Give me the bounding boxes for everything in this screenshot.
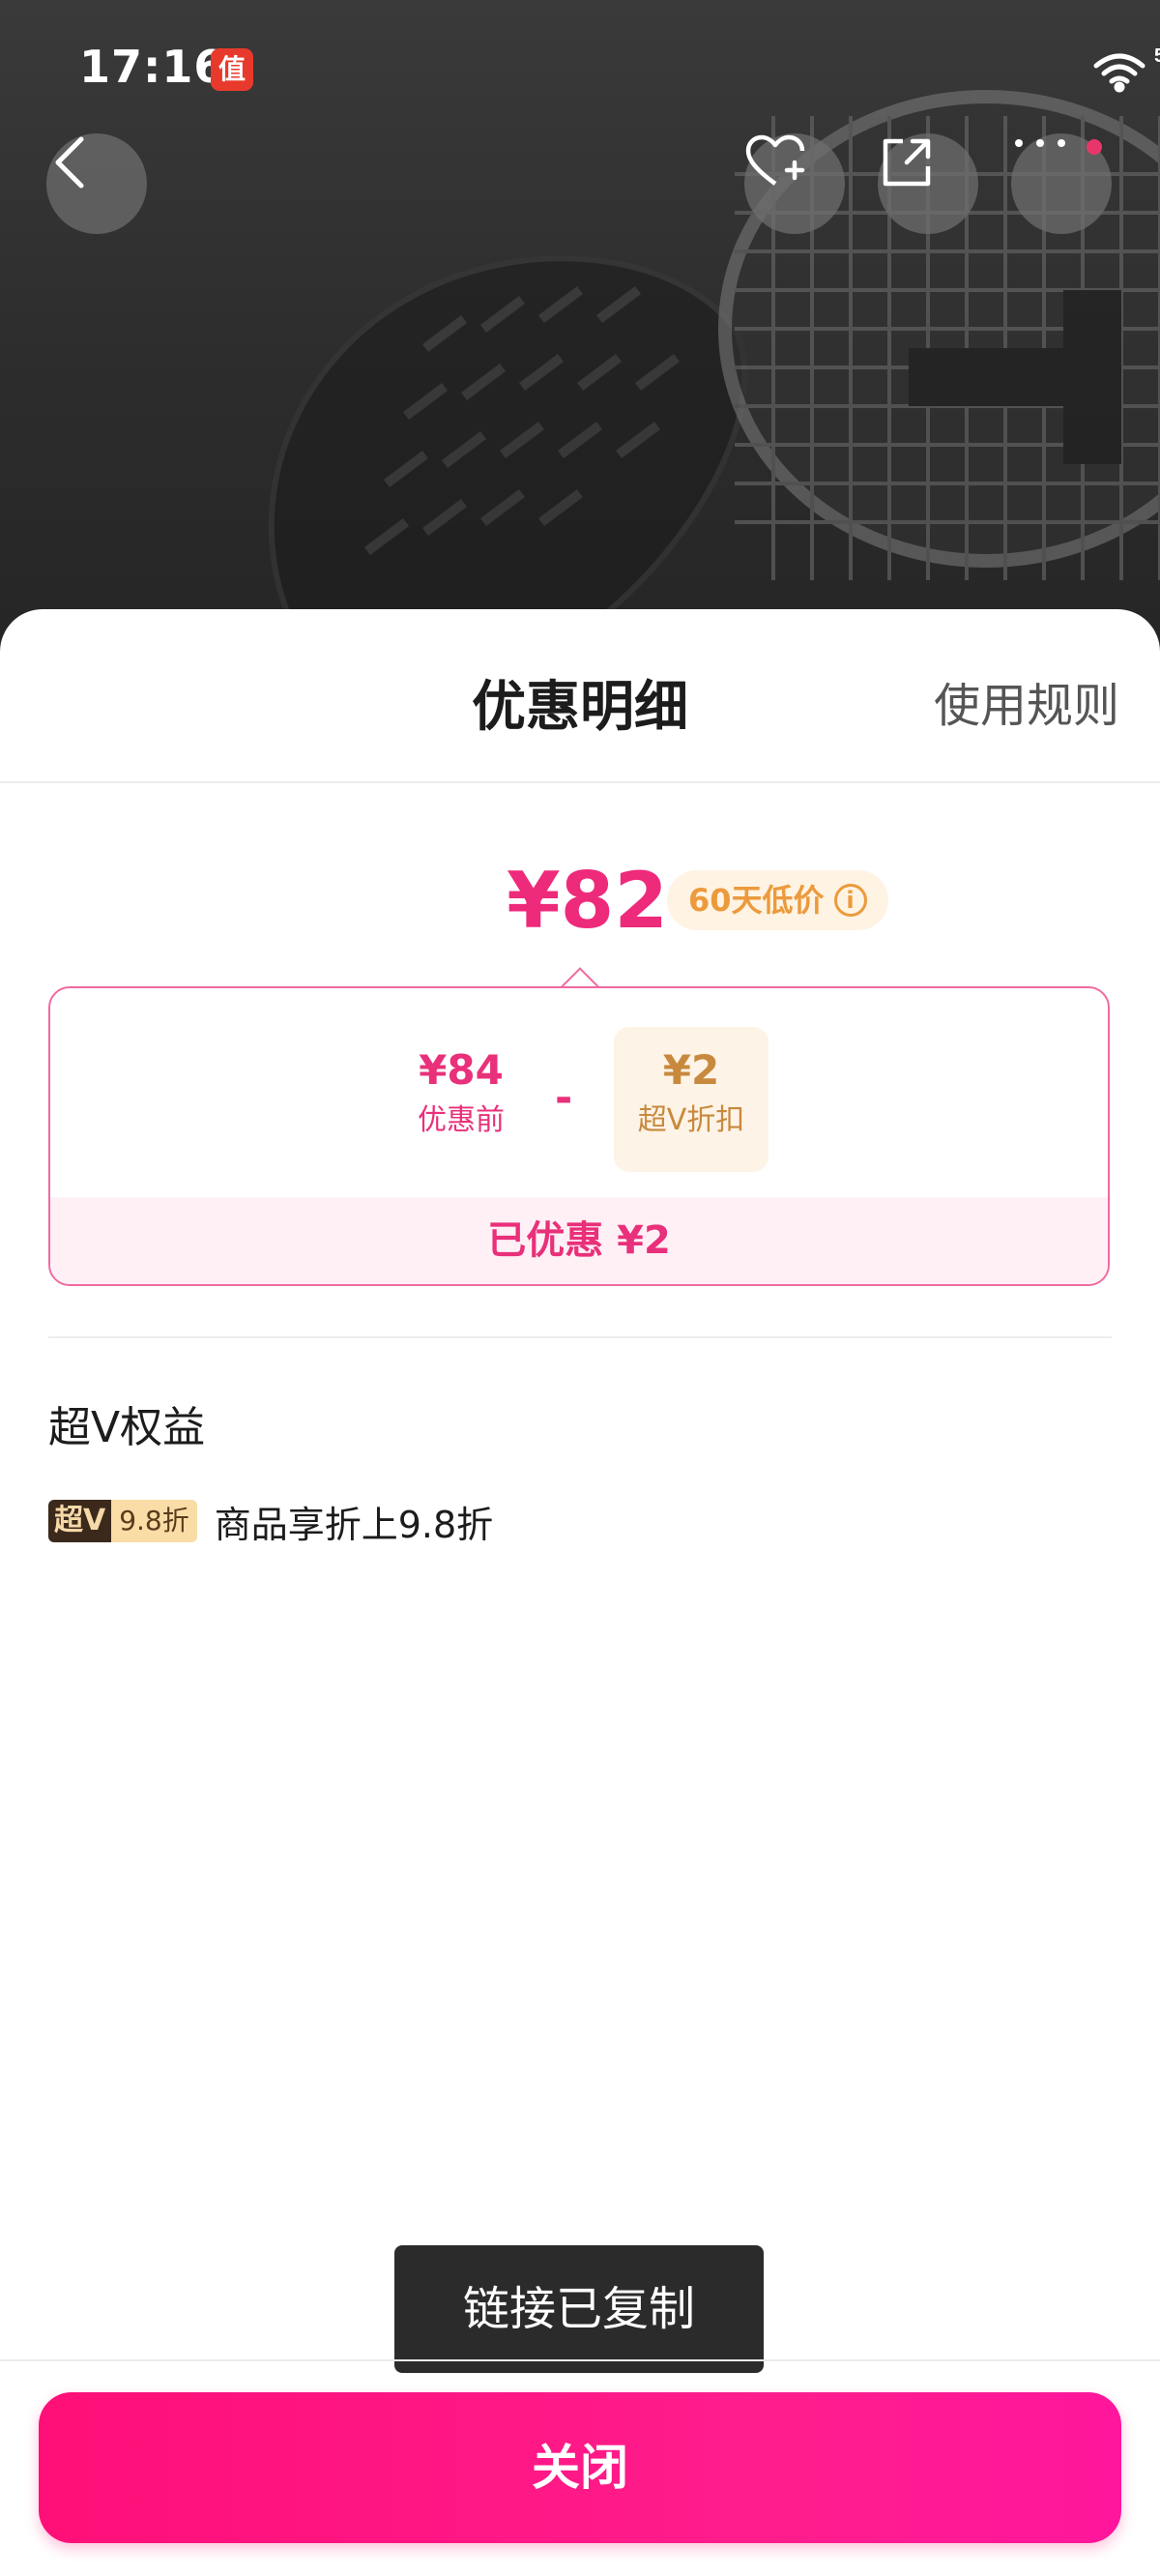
section-divider	[48, 1336, 1112, 1338]
before-label: 优惠前	[418, 1103, 505, 1137]
vip-discount-item: ¥2 超V折扣	[614, 1027, 768, 1172]
before-amount: ¥84	[419, 1046, 504, 1094]
benefits-title: 超V权益	[48, 1403, 206, 1452]
usage-rules-link[interactable]: 使用规则	[934, 667, 1119, 735]
wifi-icon	[1093, 53, 1146, 93]
status-time: 17:16	[79, 41, 226, 93]
vip-amount: ¥2	[662, 1046, 720, 1094]
benefit-item: 超V 9.8折 商品享折上9.8折	[48, 1497, 494, 1546]
total-saved: 已优惠 ¥2	[50, 1197, 1108, 1284]
chevron-left-icon	[55, 136, 84, 189]
more-dots-icon	[1015, 139, 1065, 147]
vip-label: 超V折扣	[637, 1103, 745, 1137]
price-before-discount: ¥84 优惠前	[384, 1027, 538, 1172]
share-icon	[883, 138, 931, 187]
vip-tag-label: 超V	[48, 1500, 112, 1542]
close-button[interactable]: 关闭	[39, 2392, 1121, 2543]
final-price: ¥82	[507, 856, 668, 946]
benefit-description: 商品享折上9.8折	[214, 1503, 494, 1546]
heart-plus-icon	[745, 134, 805, 186]
minus-sign: -	[555, 1073, 573, 1123]
low-price-badge[interactable]: 60天低价 i	[667, 870, 888, 930]
vip-discount-tag: 超V 9.8折	[48, 1500, 197, 1542]
info-icon: i	[833, 884, 867, 917]
sheet-header: 优惠明细 使用规则	[0, 609, 1160, 783]
product-image-backdrop: 17:16 值 5G 5G	[0, 0, 1160, 638]
copied-toast: 链接已复制	[394, 2245, 764, 2373]
svg-text:5G: 5G	[1154, 45, 1160, 67]
status-bar: 17:16 值 5G 5G	[0, 0, 1160, 116]
app-notification-icon: 值	[211, 48, 253, 91]
final-price-row: ¥82	[0, 853, 1160, 950]
vip-tag-value: 9.8折	[111, 1500, 197, 1542]
price-calculation-box: ¥84 优惠前 - ¥2 超V折扣 已优惠 ¥2	[48, 986, 1110, 1286]
favorite-button[interactable]	[744, 133, 845, 234]
notification-dot	[1087, 139, 1102, 155]
low-price-label: 60天低价	[688, 882, 825, 919]
footer-divider	[0, 2359, 1160, 2361]
back-button[interactable]	[46, 133, 147, 234]
share-button[interactable]	[878, 133, 978, 234]
signal-5g-icon-1: 5G	[1154, 45, 1160, 67]
